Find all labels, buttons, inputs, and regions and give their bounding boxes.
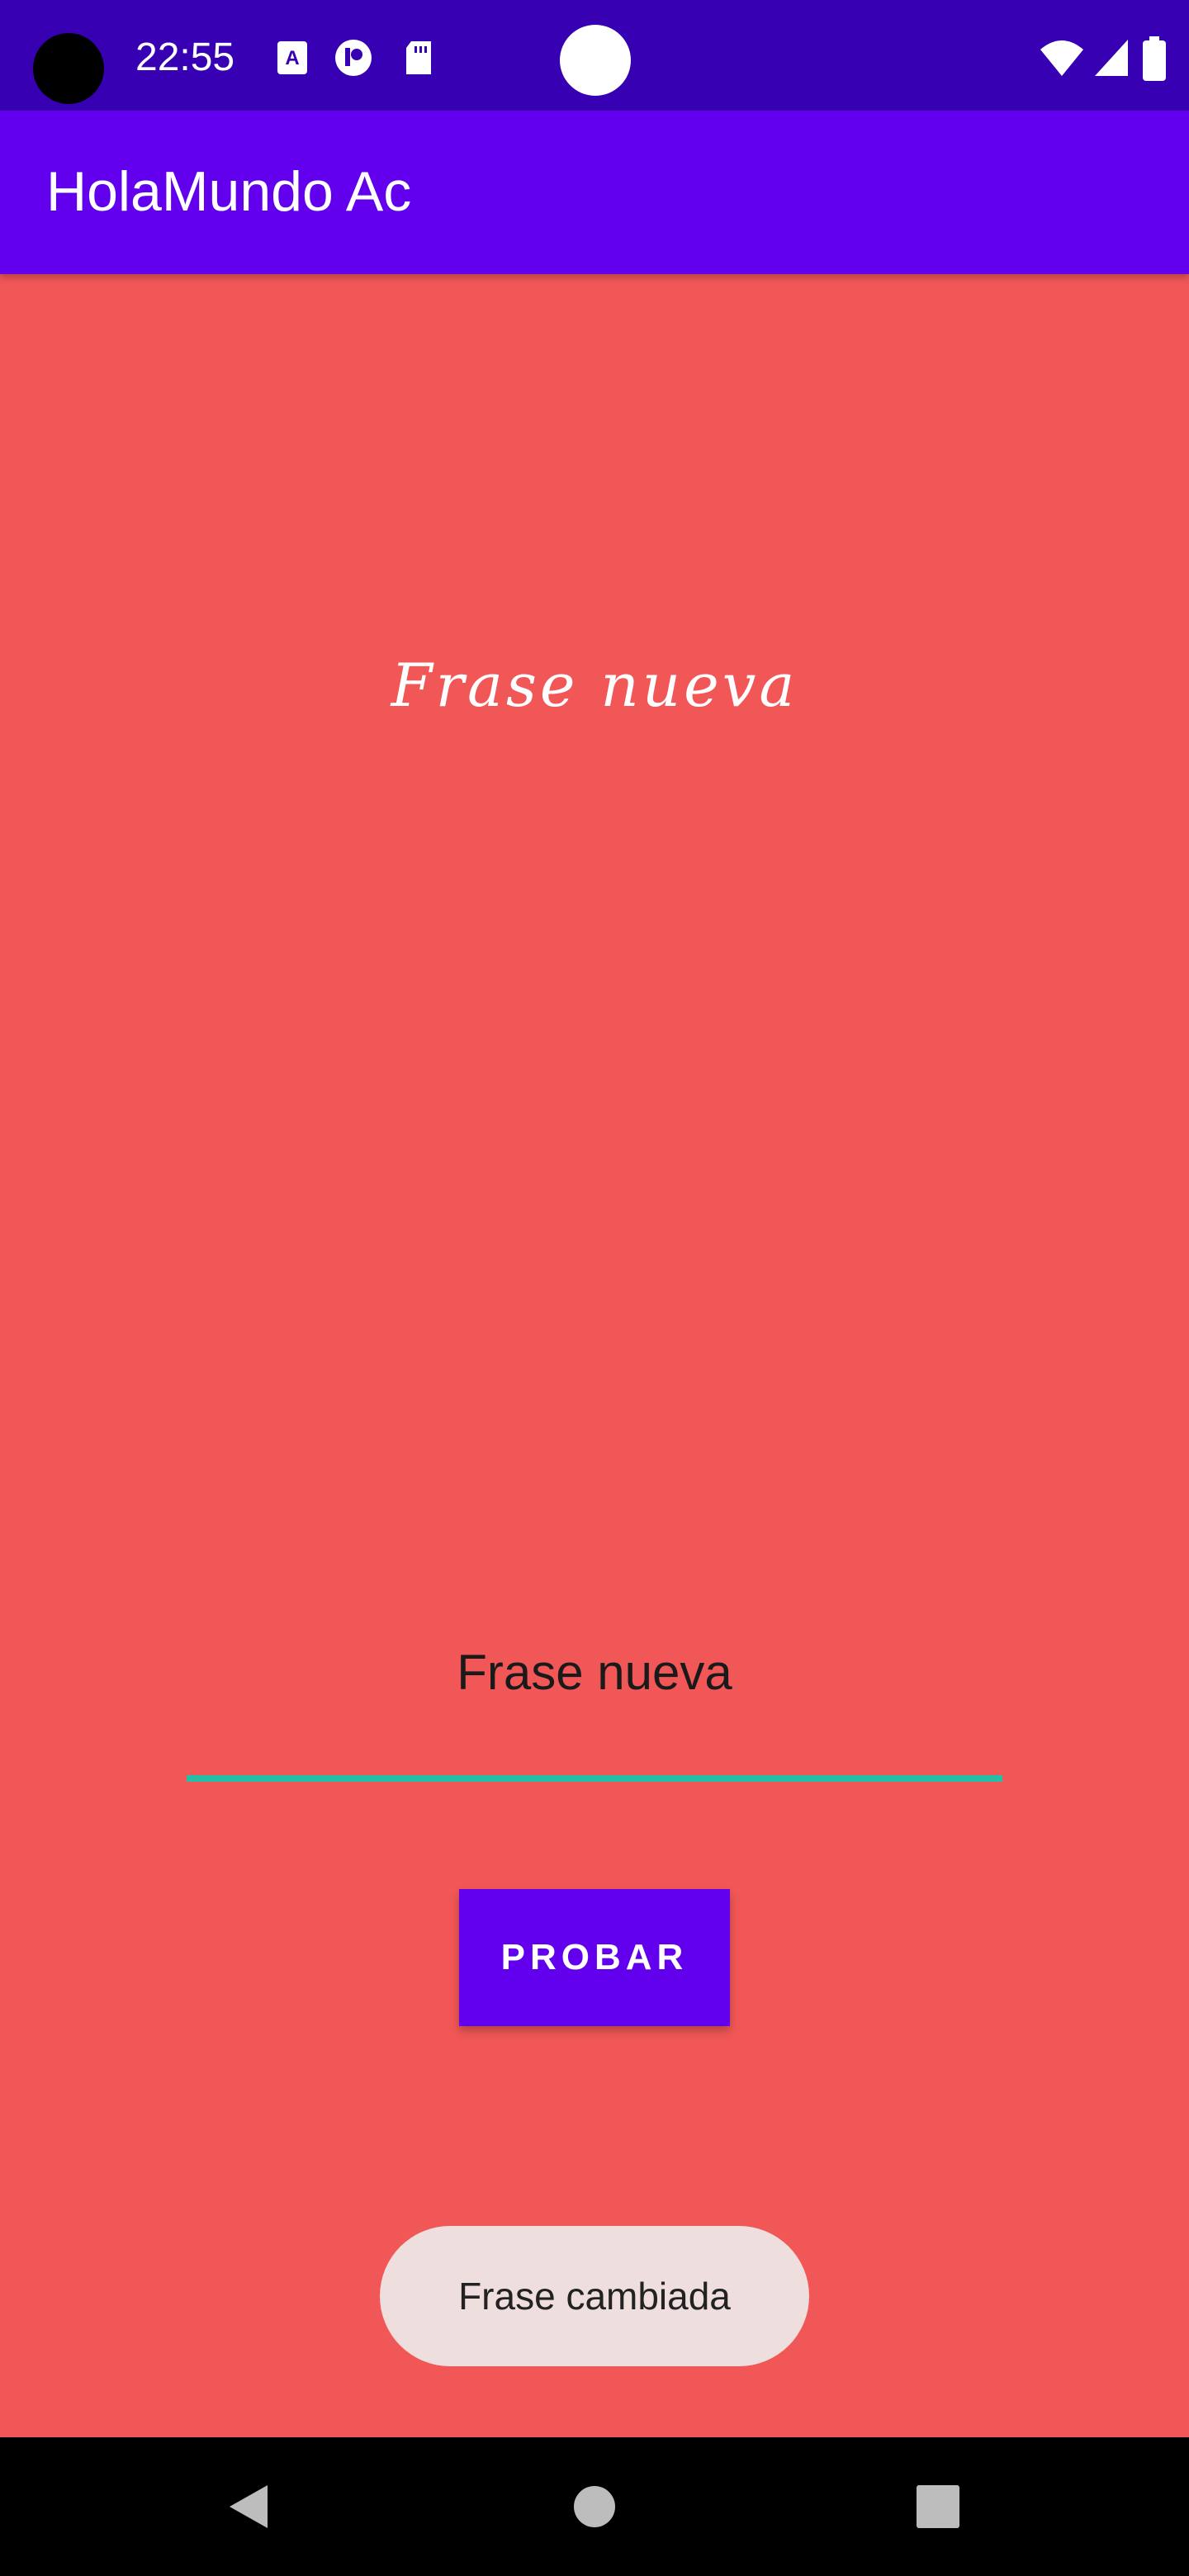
signal-icon — [1095, 40, 1128, 76]
wifi-icon — [1040, 40, 1083, 76]
input-underline — [187, 1775, 1002, 1782]
phrase-input-container — [187, 1627, 1002, 1782]
status-time: 22:55 — [135, 36, 235, 79]
back-button[interactable] — [180, 2437, 319, 2576]
app-title: HolaMundo Ac — [46, 160, 412, 223]
home-button[interactable] — [525, 2437, 664, 2576]
app-screen: 22:55 A HolaMundo Ac Frase nueva Frase n… — [0, 0, 1189, 2576]
app-notification-icon — [335, 40, 372, 76]
recents-icon — [917, 2485, 959, 2528]
probar-button[interactable]: PROBAR — [459, 1889, 730, 2026]
back-icon — [230, 2485, 268, 2528]
home-icon — [574, 2486, 615, 2527]
status-notification-dot — [560, 25, 631, 96]
sd-card-icon — [406, 41, 431, 74]
svg-text:A: A — [285, 47, 299, 69]
status-bar: 22:55 A — [0, 0, 1189, 111]
toast-text: Frase cambiada — [458, 2275, 731, 2318]
toast-message: Frase cambiada — [380, 2226, 809, 2366]
system-navigation-bar — [0, 2437, 1189, 2576]
phrase-input[interactable] — [187, 1627, 1002, 1717]
front-camera-cutout — [33, 33, 104, 104]
battery-icon — [1143, 36, 1166, 81]
app-bar: HolaMundo Ac — [0, 111, 1189, 274]
recents-button[interactable] — [869, 2437, 1007, 2576]
phrase-display-text: Frase nueva — [391, 651, 798, 720]
keyboard-a-icon: A — [277, 41, 307, 74]
